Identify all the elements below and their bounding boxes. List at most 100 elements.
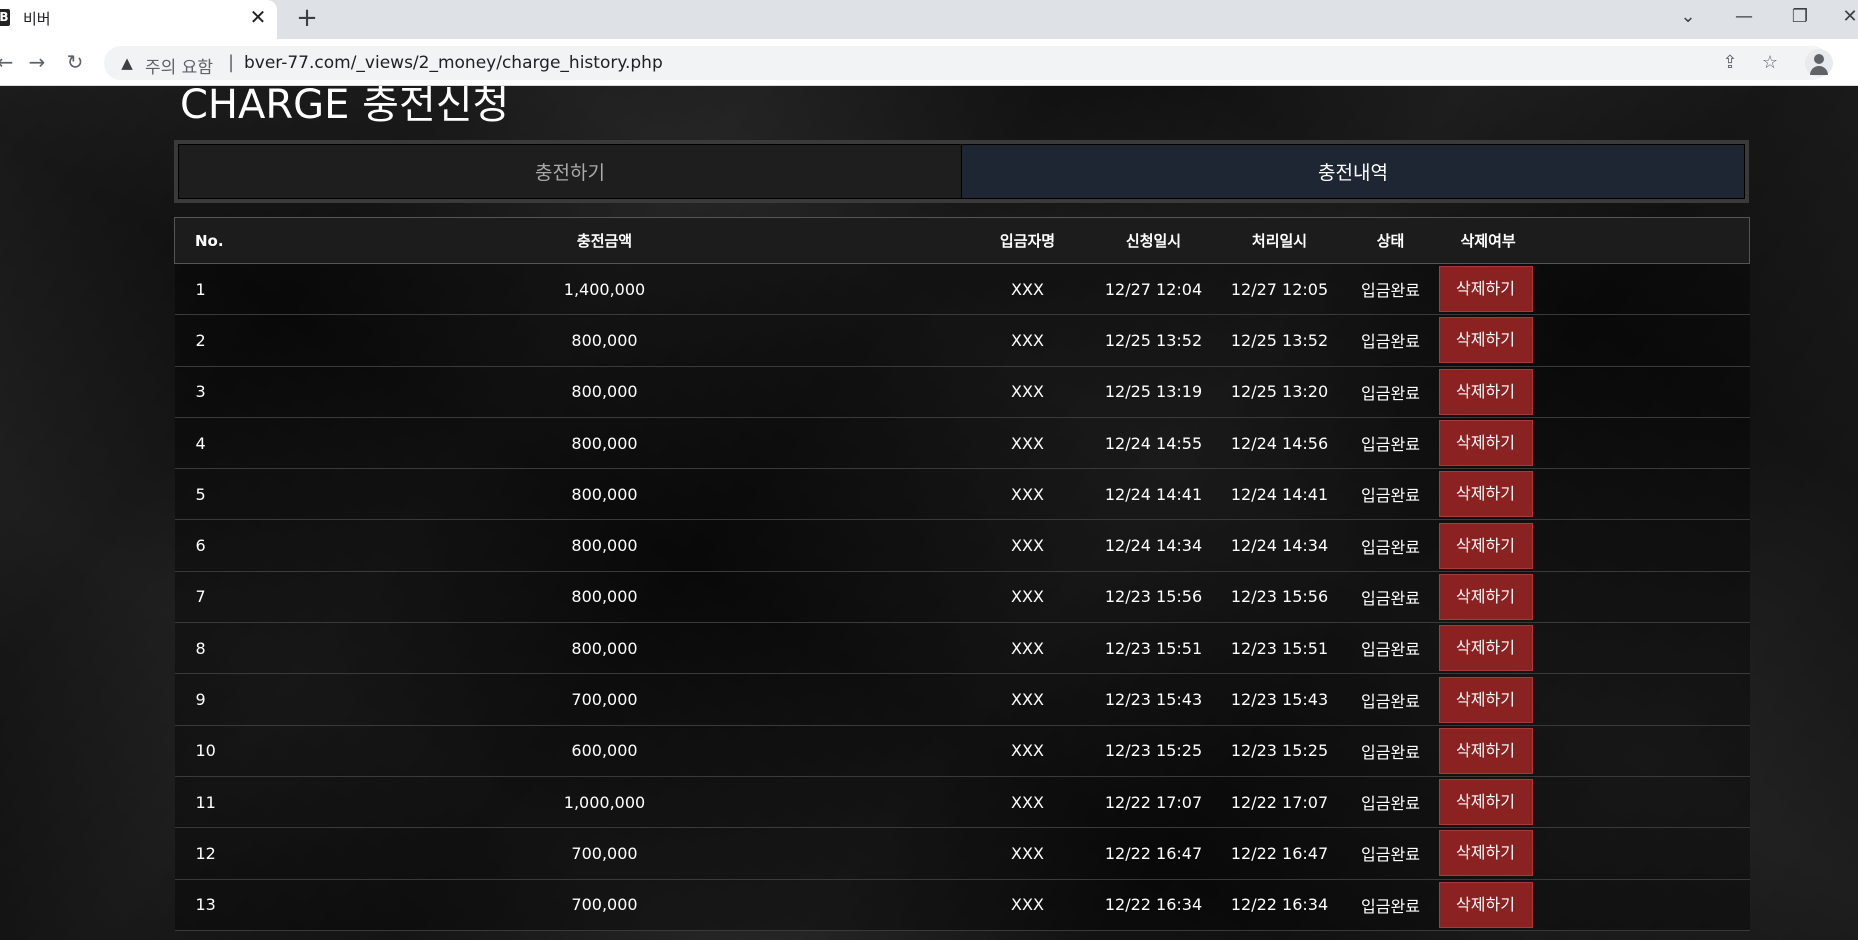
cell-no: 5	[174, 468, 245, 521]
table-row: 5 800,000 XXX 12/24 14:41 12/24 14:41 입금완료 삭제하…	[174, 468, 1750, 521]
cell-process-time: 12/23 15:56	[1216, 571, 1343, 624]
delete-button[interactable]: 삭제하기	[1438, 522, 1533, 569]
cell-process-time: 12/27 12:05	[1216, 263, 1343, 316]
header-status: 상태	[1342, 217, 1439, 264]
warning-icon[interactable]: ▲	[118, 54, 136, 72]
cell-status: 입금완료	[1342, 571, 1439, 624]
delete-button[interactable]: 삭제하기	[1438, 779, 1533, 826]
address-bar[interactable]: ▲ 주의 요함 | bver-77.com/_views/2_money/cha…	[104, 46, 1829, 80]
page-viewport: CHARGE 충전신청 충전하기 충전내역 No. 충전금액 입금자명 신청일시…	[0, 86, 1858, 940]
cell-status: 입금완료	[1342, 673, 1439, 726]
cell-amount: 700,000	[244, 673, 965, 726]
table-row: 4 800,000 XXX 12/24 14:55 12/24 14:56 입금완료 삭제하…	[174, 417, 1750, 470]
cell-depositor: XXX	[964, 417, 1091, 470]
cell-status: 입금완료	[1342, 314, 1439, 367]
table-row: 11 1,000,000 XXX 12/22 17:07 12/22 17:07 입금완료…	[174, 776, 1750, 829]
cell-amount: 800,000	[244, 366, 965, 418]
cell-status: 입금완료	[1342, 622, 1439, 675]
cell-delete: 삭제하기	[1438, 622, 1750, 675]
cell-request-time: 12/23 15:56	[1090, 571, 1217, 624]
table-row: 10 600,000 XXX 12/23 15:25 12/23 15:25 입금완료 삭제…	[174, 725, 1750, 777]
cell-process-time: 12/24 14:34	[1216, 519, 1343, 572]
cell-process-time: 12/23 15:43	[1216, 673, 1343, 726]
cell-no: 4	[174, 417, 245, 470]
tab-charge-history[interactable]: 충전내역	[962, 145, 1744, 198]
delete-button[interactable]: 삭제하기	[1438, 625, 1533, 672]
cell-status: 입금완료	[1342, 468, 1439, 521]
tab-title: 비버	[23, 10, 51, 28]
table-row: 12 700,000 XXX 12/22 16:47 12/22 16:47 입금완료 삭제…	[174, 827, 1750, 880]
delete-button[interactable]: 삭제하기	[1438, 368, 1533, 415]
url-text[interactable]: bver-77.com/_views/2_money/charge_histor…	[244, 53, 663, 73]
restore-icon[interactable]: ❐	[1780, 3, 1820, 31]
cell-process-time: 12/24 14:56	[1216, 417, 1343, 470]
charge-history-table: No. 충전금액 입금자명 신청일시 처리일시 상태 삭제여부 1 1,400,0…	[174, 217, 1750, 931]
cell-amount: 1,000,000	[244, 776, 965, 829]
cell-amount: 800,000	[244, 468, 965, 521]
delete-button[interactable]: 삭제하기	[1438, 573, 1533, 620]
header-delete: 삭제여부	[1438, 217, 1750, 264]
delete-button[interactable]: 삭제하기	[1438, 881, 1533, 928]
cell-request-time: 12/24 14:34	[1090, 519, 1217, 572]
cell-amount: 700,000	[244, 879, 965, 931]
cell-depositor: XXX	[964, 519, 1091, 572]
delete-button[interactable]: 삭제하기	[1438, 727, 1533, 774]
cell-no: 10	[174, 725, 245, 777]
cell-no: 7	[174, 571, 245, 624]
cell-process-time: 12/24 14:41	[1216, 468, 1343, 521]
tab-charge[interactable]: 충전하기	[179, 145, 962, 198]
delete-button[interactable]: 삭제하기	[1438, 317, 1533, 364]
cell-no: 9	[174, 673, 245, 726]
cell-amount: 800,000	[244, 571, 965, 624]
cell-delete: 삭제하기	[1438, 263, 1750, 316]
tab-search-icon[interactable]: ⌄	[1668, 3, 1708, 31]
cell-amount: 800,000	[244, 519, 965, 572]
table-row: 1 1,400,000 XXX 12/27 12:04 12/27 12:05 입금완료 삭…	[174, 263, 1750, 316]
cell-depositor: XXX	[964, 827, 1091, 880]
profile-avatar-icon[interactable]	[1805, 49, 1833, 77]
browser-toolbar: ← → ↻ ▲ 주의 요함 | bver-77.com/_views/2_mon…	[0, 39, 1858, 86]
window-close-icon[interactable]: ✕	[1830, 3, 1858, 31]
table-row: 6 800,000 XXX 12/24 14:34 12/24 14:34 입금완료 삭제하…	[174, 519, 1750, 572]
header-depositor: 입금자명	[964, 217, 1091, 264]
cell-depositor: XXX	[964, 776, 1091, 829]
url-separator: |	[228, 52, 235, 73]
table-row: 7 800,000 XXX 12/23 15:56 12/23 15:56 입금완료 삭제하…	[174, 571, 1750, 624]
delete-button[interactable]: 삭제하기	[1438, 266, 1533, 313]
share-icon[interactable]: ⇪	[1718, 52, 1742, 76]
tab-close-icon[interactable]: ✕	[246, 5, 270, 29]
delete-button[interactable]: 삭제하기	[1438, 830, 1533, 877]
forward-icon[interactable]: →	[22, 47, 52, 77]
cell-delete: 삭제하기	[1438, 827, 1750, 880]
cell-process-time: 12/22 16:47	[1216, 827, 1343, 880]
delete-button[interactable]: 삭제하기	[1438, 420, 1533, 467]
cell-depositor: XXX	[964, 879, 1091, 931]
table-row: 2 800,000 XXX 12/25 13:52 12/25 13:52 입금완료 삭제하…	[174, 314, 1750, 367]
cell-delete: 삭제하기	[1438, 725, 1750, 777]
cell-process-time: 12/23 15:25	[1216, 725, 1343, 777]
header-amount: 충전금액	[244, 217, 965, 264]
browser-tab[interactable]: B 비버 ✕	[0, 0, 277, 39]
delete-button[interactable]: 삭제하기	[1438, 471, 1533, 518]
cell-no: 13	[174, 879, 245, 931]
new-tab-icon[interactable]: +	[293, 4, 321, 32]
cell-request-time: 12/24 14:55	[1090, 417, 1217, 470]
table-row: 8 800,000 XXX 12/23 15:51 12/23 15:51 입금완료 삭제하…	[174, 622, 1750, 675]
cell-amount: 800,000	[244, 417, 965, 470]
delete-button[interactable]: 삭제하기	[1438, 676, 1533, 723]
cell-status: 입금완료	[1342, 366, 1439, 418]
back-icon[interactable]: ←	[0, 47, 20, 77]
reload-icon[interactable]: ↻	[60, 47, 90, 77]
cell-process-time: 12/23 15:51	[1216, 622, 1343, 675]
security-label[interactable]: 주의 요함	[145, 53, 213, 78]
bookmark-star-icon[interactable]: ☆	[1758, 52, 1782, 76]
cell-status: 입금완료	[1342, 263, 1439, 316]
cell-delete: 삭제하기	[1438, 519, 1750, 572]
cell-request-time: 12/22 17:07	[1090, 776, 1217, 829]
charge-tabs: 충전하기 충전내역	[174, 140, 1749, 203]
cell-no: 1	[174, 263, 245, 316]
minimize-icon[interactable]: —	[1724, 3, 1764, 31]
cell-request-time: 12/25 13:52	[1090, 314, 1217, 367]
cell-request-time: 12/25 13:19	[1090, 366, 1217, 418]
cell-delete: 삭제하기	[1438, 468, 1750, 521]
